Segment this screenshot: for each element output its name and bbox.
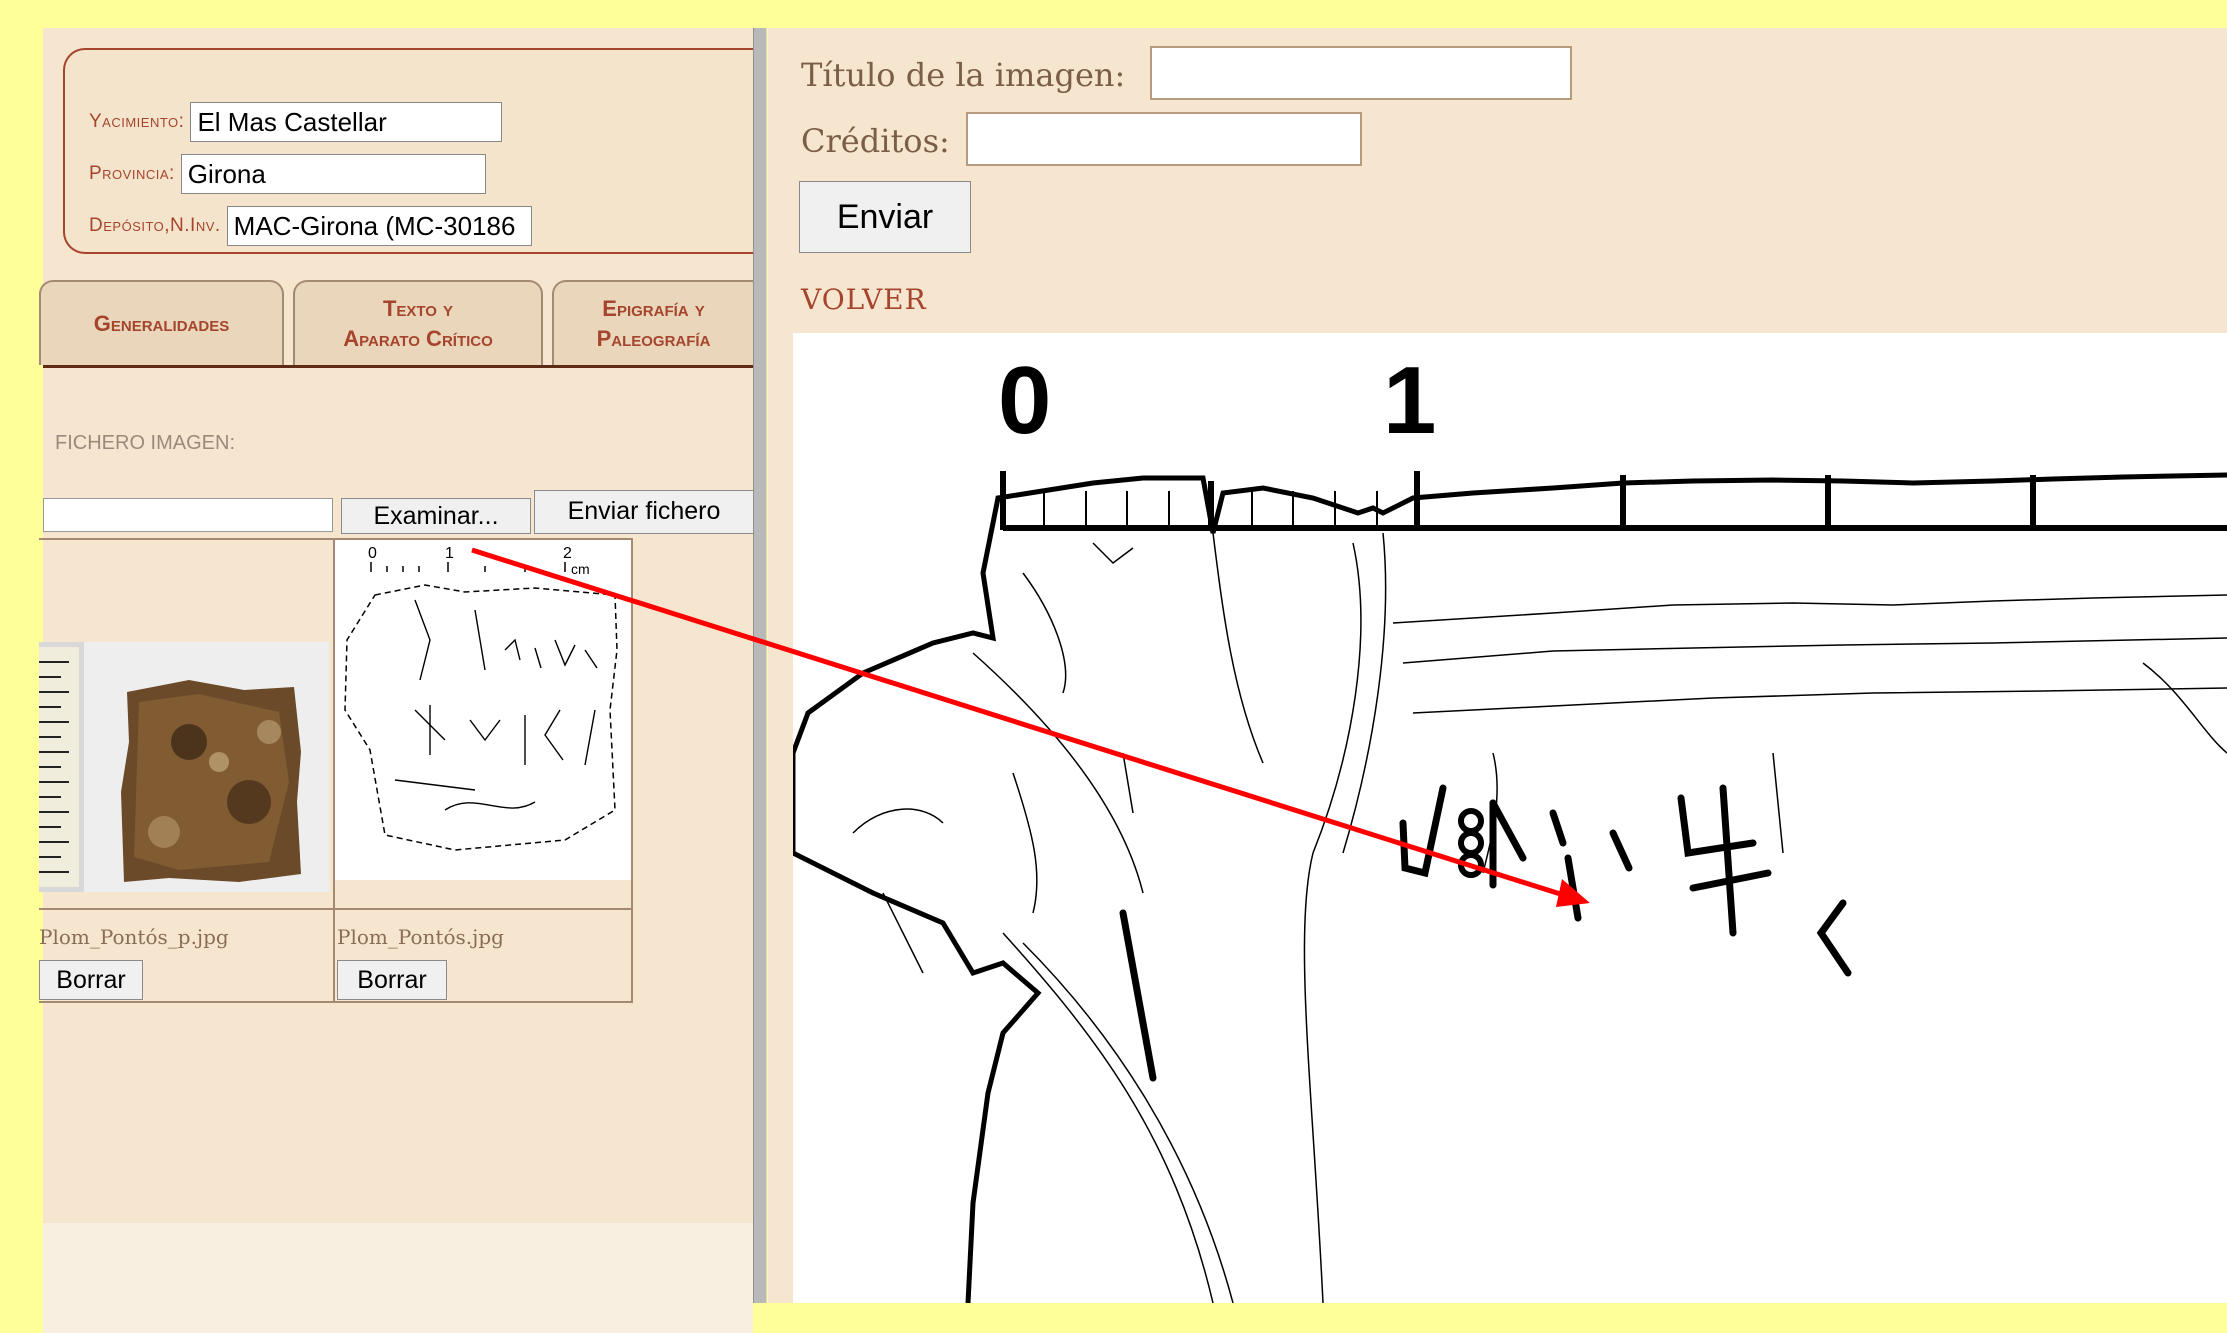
right-pane: Título de la imagen: Créditos: Enviar VO… bbox=[768, 28, 2227, 1304]
credits-label: Créditos: bbox=[801, 122, 950, 160]
credits-input[interactable] bbox=[966, 112, 1362, 166]
image-title-label: Título de la imagen: bbox=[801, 56, 1126, 94]
image-cell: 0 1 2 cm Plom_Pontós.jpg Borrar bbox=[333, 538, 633, 1003]
cell-divider bbox=[39, 908, 333, 910]
photo-thumbnail[interactable] bbox=[39, 642, 329, 892]
image-filename: Plom_Pontós.jpg bbox=[337, 925, 504, 949]
tab-generalidades[interactable]: Generalidades bbox=[39, 280, 284, 365]
image-filename: Plom_Pontós_p.jpg bbox=[39, 925, 229, 949]
send-file-button[interactable]: Enviar fichero bbox=[534, 490, 753, 534]
provincia-row: Provincia: Girona bbox=[89, 154, 486, 194]
lead-plate-photo bbox=[39, 642, 329, 892]
epigraph-drawing-large: 0 1 bbox=[790, 347, 2227, 1304]
fragment-outline bbox=[790, 472, 2227, 1304]
deposito-label: Depósito,N.Inv. bbox=[89, 215, 221, 236]
fichero-imagen-label: FICHERO IMAGEN: bbox=[55, 432, 236, 454]
thumb-scale-label-0: 0 bbox=[368, 545, 377, 562]
left-pane: Yacimiento: El Mas Castellar Provincia: … bbox=[39, 28, 753, 1333]
image-viewer: 0 1 bbox=[790, 333, 2227, 1304]
tab-texto-line2: Aparato Crítico bbox=[343, 325, 493, 351]
tab-texto-line1: Texto y bbox=[382, 295, 454, 321]
delete-image-button[interactable]: Borrar bbox=[337, 960, 447, 1000]
thumb-scale-unit: cm bbox=[571, 561, 590, 577]
provincia-label: Provincia: bbox=[89, 163, 175, 184]
image-gallery: Plom_Pontós_p.jpg Borrar 0 1 2 cm Plom_P… bbox=[39, 538, 633, 1003]
yacimiento-row: Yacimiento: El Mas Castellar bbox=[89, 102, 503, 142]
back-link[interactable]: VOLVER bbox=[801, 283, 927, 316]
yacimiento-field[interactable]: El Mas Castellar bbox=[190, 102, 503, 142]
provincia-field[interactable]: Girona bbox=[180, 154, 486, 194]
epigraph-drawing-thumb: 0 1 2 cm bbox=[335, 540, 631, 880]
deposito-field[interactable]: MAC-Girona (MC-30186 bbox=[226, 206, 532, 246]
tab-epigrafia-line2: Paleografía bbox=[596, 325, 711, 351]
image-title-input[interactable] bbox=[1150, 46, 1572, 100]
viewer-scale-label-0: 0 bbox=[998, 347, 1051, 454]
submit-button[interactable]: Enviar bbox=[799, 181, 971, 253]
viewer-scale-label-1: 1 bbox=[1383, 347, 1436, 454]
iberian-inscription bbox=[1119, 784, 1852, 1082]
window-splitter[interactable] bbox=[753, 28, 767, 1303]
image-cell: Plom_Pontós_p.jpg Borrar bbox=[39, 538, 335, 1003]
tab-texto[interactable]: Texto y Aparato Crítico bbox=[293, 280, 543, 365]
thumb-scale-label-2: 2 bbox=[563, 545, 572, 562]
browse-button[interactable]: Examinar... bbox=[341, 498, 531, 534]
delete-image-button[interactable]: Borrar bbox=[39, 960, 143, 1000]
deposito-row: Depósito,N.Inv. MAC-Girona (MC-30186 bbox=[89, 206, 532, 246]
file-path-input[interactable] bbox=[43, 498, 333, 532]
thumb-scale-label-1: 1 bbox=[445, 545, 454, 562]
tab-epigrafia[interactable]: Epigrafía y Paleografía bbox=[552, 280, 753, 365]
cell-divider bbox=[335, 908, 631, 910]
tab-generalidades-label: Generalidades bbox=[93, 310, 230, 336]
fragment-cracks bbox=[852, 532, 2227, 1304]
metadata-box: Yacimiento: El Mas Castellar Provincia: … bbox=[63, 48, 753, 254]
yacimiento-label: Yacimiento: bbox=[89, 111, 185, 132]
tabs-underline bbox=[43, 365, 753, 368]
tab-epigrafia-line1: Epigrafía y bbox=[602, 295, 705, 321]
footer-strip bbox=[43, 1223, 753, 1333]
drawing-thumbnail[interactable]: 0 1 2 cm bbox=[335, 540, 631, 880]
